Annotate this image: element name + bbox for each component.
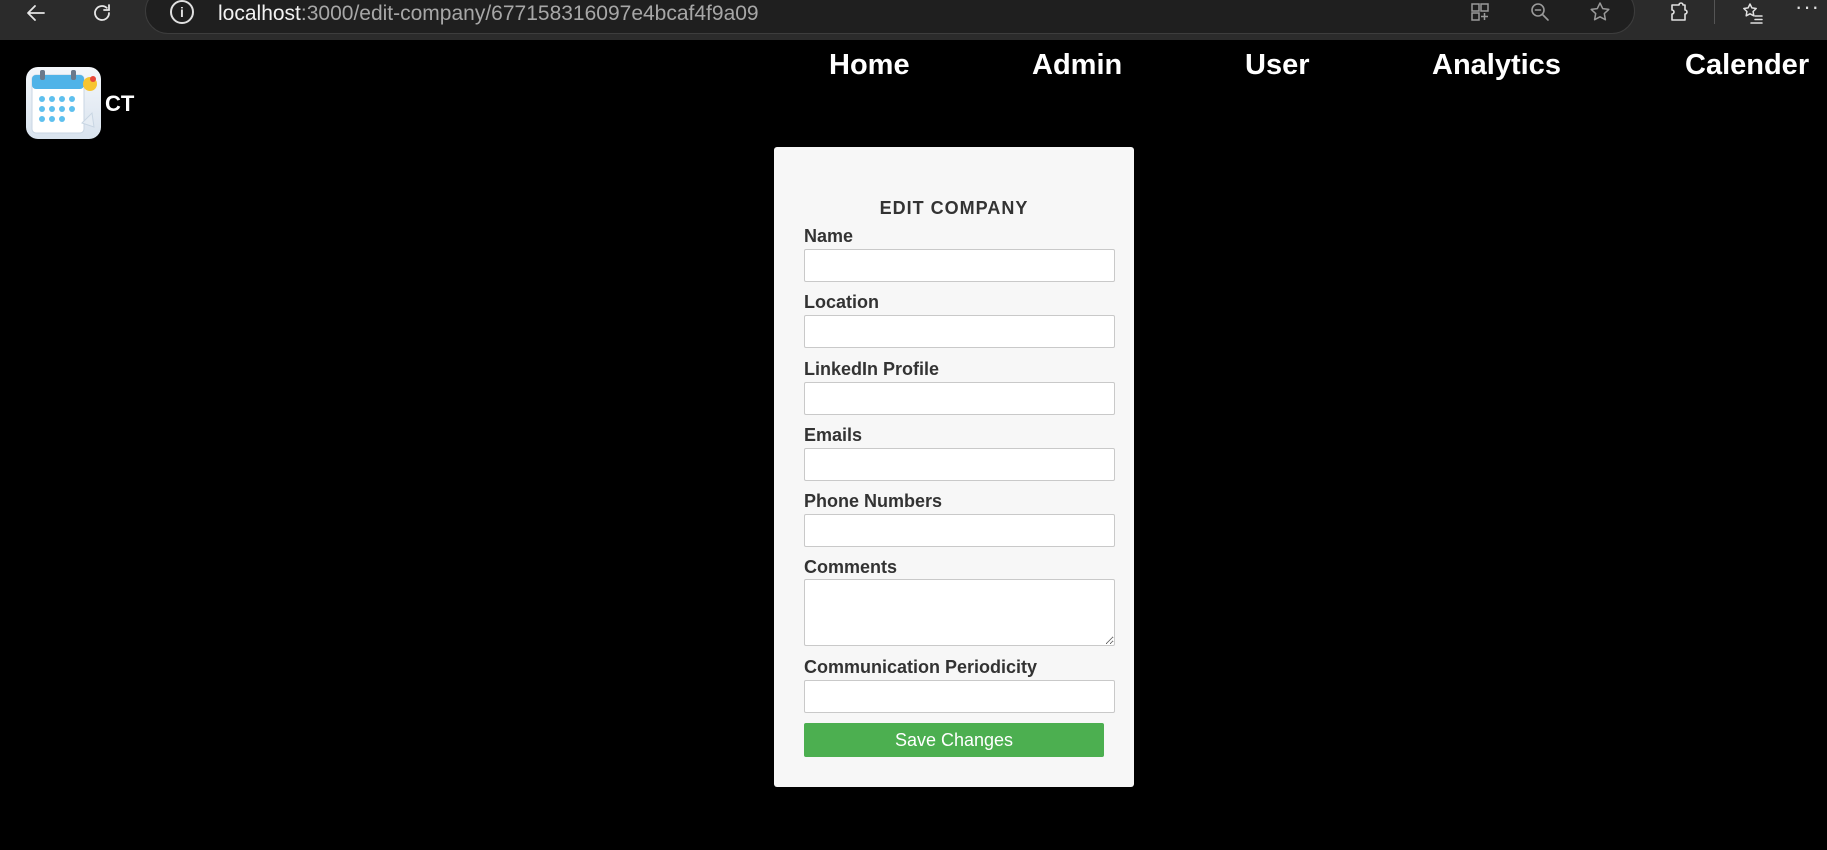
url-host: localhost: [218, 2, 301, 25]
comments-textarea[interactable]: [804, 579, 1115, 646]
toolbar-divider: [1714, 0, 1715, 24]
app-page: CT Home Admin User Analytics Calender ED…: [0, 40, 1827, 850]
extensions-icon[interactable]: [1663, 0, 1695, 26]
nav-link-admin[interactable]: Admin: [1032, 49, 1122, 82]
grid-apps-icon[interactable]: [1466, 0, 1494, 25]
star-favorite-icon[interactable]: [1586, 0, 1614, 25]
comments-label: Comments: [804, 557, 898, 577]
emails-input[interactable]: [804, 448, 1115, 481]
nav-link-user[interactable]: User: [1245, 49, 1310, 82]
linkedin-label: LinkedIn Profile: [804, 359, 940, 379]
name-input[interactable]: [804, 249, 1115, 282]
url-text[interactable]: localhost:3000/edit-company/677158316097…: [218, 2, 759, 26]
linkedin-input[interactable]: [804, 382, 1115, 415]
location-input[interactable]: [804, 315, 1115, 348]
phone-numbers-input[interactable]: [804, 514, 1115, 547]
nav-link-calender[interactable]: Calender: [1685, 49, 1809, 82]
logo-text: CT: [105, 91, 135, 116]
periodicity-input[interactable]: [804, 680, 1115, 713]
emails-label: Emails: [804, 425, 863, 445]
zoom-out-icon[interactable]: [1526, 0, 1554, 25]
form-title: EDIT COMPANY: [879, 198, 1029, 218]
nav-link-analytics[interactable]: Analytics: [1432, 49, 1561, 82]
calendar-logo-icon[interactable]: [26, 67, 101, 139]
edit-company-form: EDIT COMPANY Name Location LinkedIn Prof…: [774, 147, 1134, 787]
browser-toolbar: i localhost:3000/edit-company/6771583160…: [0, 0, 1827, 40]
name-label: Name: [804, 226, 854, 246]
back-arrow-icon[interactable]: [18, 0, 54, 26]
nav-link-home[interactable]: Home: [829, 49, 910, 82]
phone-numbers-label: Phone Numbers: [804, 491, 943, 511]
refresh-icon[interactable]: [84, 0, 120, 26]
address-bar[interactable]: i localhost:3000/edit-company/6771583160…: [145, 0, 1635, 34]
more-dots-icon[interactable]: ···: [1795, 0, 1820, 20]
periodicity-label: Communication Periodicity: [804, 657, 1038, 677]
location-label: Location: [804, 292, 879, 312]
info-icon[interactable]: i: [170, 0, 194, 24]
url-path: :3000/edit-company/677158316097e4bcaf4f9…: [300, 2, 759, 25]
favorites-list-icon[interactable]: [1737, 0, 1769, 26]
save-changes-button[interactable]: Save Changes: [804, 723, 1104, 757]
